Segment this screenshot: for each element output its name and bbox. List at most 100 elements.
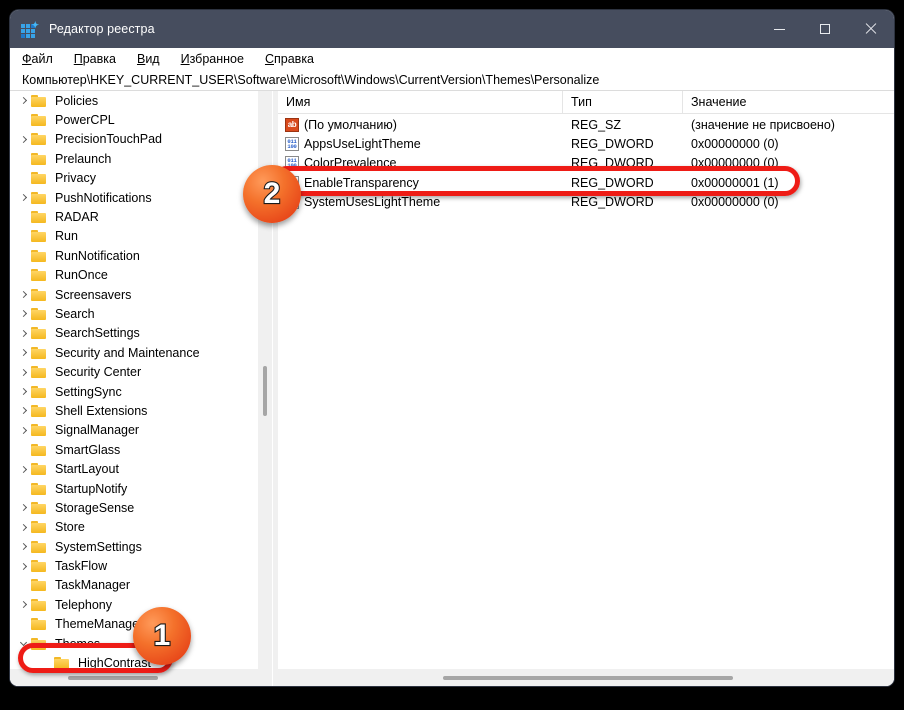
list-horizontal-scrollbar[interactable]: [278, 669, 894, 686]
column-header-value[interactable]: Значение: [683, 91, 894, 113]
menu-item-file[interactable]: Файл: [22, 51, 53, 67]
tree-node[interactable]: Screensavers: [10, 285, 258, 304]
folder-icon: [31, 365, 48, 379]
tree-node-label: Screensavers: [55, 287, 132, 302]
chevron-right-icon[interactable]: [16, 329, 31, 337]
tree-vscroll-thumb[interactable]: [263, 366, 267, 416]
tree-node[interactable]: StorageSense: [10, 498, 258, 517]
tree-node[interactable]: PowerCPL: [10, 110, 258, 129]
tree-node-label: PrecisionTouchPad: [55, 132, 163, 147]
tree-node[interactable]: RunNotification: [10, 246, 258, 265]
chevron-right-icon[interactable]: [16, 601, 31, 609]
menu-item-edit[interactable]: Правка: [74, 51, 116, 67]
tree-horizontal-scrollbar[interactable]: [10, 669, 272, 686]
tree-node[interactable]: Telephony: [10, 595, 258, 614]
tree-node[interactable]: PrecisionTouchPad: [10, 130, 258, 149]
chevron-right-icon[interactable]: [16, 543, 31, 551]
tree-hscroll-thumb[interactable]: [68, 676, 158, 680]
tree-node[interactable]: StartupNotify: [10, 479, 258, 498]
tree-node[interactable]: Privacy: [10, 169, 258, 188]
dword-value-icon: 011 100: [285, 137, 299, 152]
tree-node[interactable]: SmartGlass: [10, 440, 258, 459]
column-header-name[interactable]: Имя: [278, 91, 563, 113]
folder-icon: [31, 307, 48, 321]
folder-icon: [31, 249, 48, 263]
chevron-right-icon[interactable]: [16, 368, 31, 376]
chevron-right-icon[interactable]: [16, 291, 31, 299]
chevron-right-icon[interactable]: [16, 523, 31, 531]
tree-node-label: Themes: [55, 636, 101, 651]
tree-node[interactable]: SearchSettings: [10, 324, 258, 343]
folder-icon: [31, 210, 48, 224]
menu-item-view[interactable]: Вид: [137, 51, 160, 67]
chevron-right-icon[interactable]: [16, 349, 31, 357]
menu-accel: И: [180, 52, 190, 66]
tree-node[interactable]: ThemeManager: [10, 615, 258, 634]
registry-tree[interactable]: Policies PowerCPL PrecisionTouchPad Prelaun…: [10, 91, 258, 669]
tree-node-label: Store: [55, 520, 85, 535]
cell-name: ab (По умолчанию): [278, 117, 563, 132]
tree-node[interactable]: Search: [10, 304, 258, 323]
window-title: Редактор реестра: [49, 22, 155, 36]
column-header-type[interactable]: Тип: [563, 91, 683, 113]
tree-node-label: SystemSettings: [55, 539, 142, 554]
chevron-right-icon[interactable]: [16, 562, 31, 570]
chevron-right-icon[interactable]: [16, 407, 31, 415]
tree-node[interactable]: SettingSync: [10, 382, 258, 401]
tree-node[interactable]: StartLayout: [10, 459, 258, 478]
tree-node[interactable]: TaskFlow: [10, 556, 258, 575]
tree-node-label: StartupNotify: [55, 481, 128, 496]
menu-item-favorites[interactable]: Избранное: [181, 51, 244, 67]
tree-node[interactable]: Run: [10, 227, 258, 246]
chevron-right-icon[interactable]: [16, 426, 31, 434]
maximize-button[interactable]: [802, 10, 848, 48]
menu-item-help[interactable]: Справка: [265, 51, 314, 67]
cell-name: 011 100 SystemUsesLightTheme: [278, 195, 563, 210]
tree-node[interactable]: SignalManager: [10, 421, 258, 440]
tree-node[interactable]: Shell Extensions: [10, 401, 258, 420]
title-bar: ✦ Редактор реестра: [10, 10, 894, 48]
address-bar[interactable]: Компьютер\HKEY_CURRENT_USER\Software\Mic…: [10, 70, 894, 91]
tree-node[interactable]: Security and Maintenance: [10, 343, 258, 362]
tree-node-label: Privacy: [55, 171, 96, 186]
tree-node[interactable]: HighContrast: [10, 653, 258, 669]
table-row[interactable]: 011 100 EnableTransparency REG_DWORD 0x00000…: [278, 173, 894, 192]
chevron-right-icon[interactable]: [16, 194, 31, 202]
tree-node[interactable]: Store: [10, 518, 258, 537]
tree-node[interactable]: Prelaunch: [10, 149, 258, 168]
folder-icon: [31, 113, 48, 127]
chevron-right-icon[interactable]: [16, 135, 31, 144]
table-row[interactable]: 011 100 AppsUseLightTheme REG_DWORD 0x000000…: [278, 134, 894, 153]
tree-node-label: SettingSync: [55, 384, 122, 399]
tree-node[interactable]: RADAR: [10, 207, 258, 226]
tree-node[interactable]: SystemSettings: [10, 537, 258, 556]
table-row[interactable]: ab (По умолчанию) REG_SZ (значение не присв…: [278, 115, 894, 134]
chevron-right-icon[interactable]: [16, 97, 31, 105]
chevron-down-icon[interactable]: [16, 639, 31, 647]
folder-icon: [31, 268, 48, 282]
chevron-right-icon[interactable]: [16, 310, 31, 318]
tree-node[interactable]: RunOnce: [10, 266, 258, 285]
tree-node[interactable]: PushNotifications: [10, 188, 258, 207]
tree-vertical-scrollbar[interactable]: [258, 91, 272, 669]
table-row[interactable]: 011 100 ColorPrevalence REG_DWORD 0x00000000…: [278, 154, 894, 173]
chevron-right-icon[interactable]: [16, 504, 31, 512]
folder-icon: [31, 132, 48, 146]
tree-node[interactable]: Themes: [10, 634, 258, 653]
cell-type: REG_DWORD: [571, 175, 654, 190]
tree-node[interactable]: TaskManager: [10, 576, 258, 595]
chevron-right-icon[interactable]: [16, 388, 31, 396]
close-button[interactable]: [848, 10, 894, 48]
chevron-right-icon[interactable]: [16, 465, 31, 473]
table-row[interactable]: 011 100 SystemUsesLightTheme REG_DWORD 0x000…: [278, 193, 894, 212]
cell-type: REG_SZ: [571, 117, 622, 132]
list-hscroll-thumb[interactable]: [443, 676, 733, 680]
cell-value: 0x00000000 (0): [691, 137, 779, 152]
registry-values-list[interactable]: ab (По умолчанию) REG_SZ (значение не присв…: [278, 115, 894, 669]
tree-node[interactable]: Security Center: [10, 362, 258, 381]
menu-rest: правка: [274, 52, 315, 66]
tree-node[interactable]: Policies: [10, 91, 258, 110]
minimize-button[interactable]: [756, 10, 802, 48]
tree-node-label: RunOnce: [55, 268, 108, 283]
folder-icon: [31, 152, 48, 166]
